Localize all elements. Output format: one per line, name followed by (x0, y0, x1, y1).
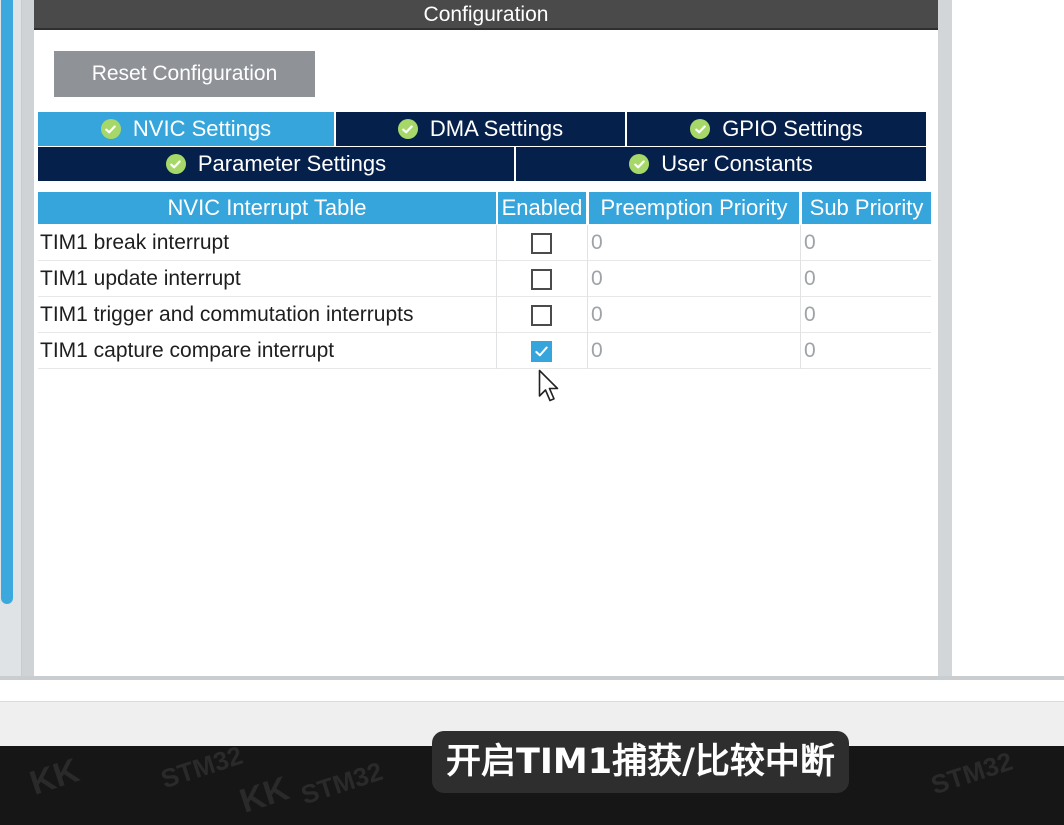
check-circle-icon (397, 119, 418, 139)
cell-divider (800, 297, 801, 333)
table-row[interactable]: TIM1 capture compare interrupt 0 0 (38, 333, 931, 369)
cell-divider (587, 261, 588, 297)
vertical-scrollbar[interactable] (1, 0, 13, 604)
enabled-checkbox[interactable] (531, 305, 552, 326)
cell-divider (587, 225, 588, 261)
left-panel-frame (0, 0, 22, 676)
check-circle-icon (165, 154, 186, 174)
tab-parameter-settings[interactable]: Parameter Settings (38, 147, 514, 181)
right-panel-frame (938, 0, 952, 680)
panel-gutter (22, 0, 34, 680)
table-row[interactable]: TIM1 trigger and commutation interrupts … (38, 297, 931, 333)
check-circle-icon (100, 119, 121, 139)
cell-divider (800, 225, 801, 261)
configuration-title: Configuration (34, 0, 938, 30)
subtitle-caption: 开启TIM1捕获/比较中断 (432, 731, 849, 793)
sub-priority-value[interactable]: 0 (804, 225, 816, 261)
reset-configuration-button[interactable]: Reset Configuration (54, 51, 315, 97)
cell-divider (496, 333, 497, 369)
mouse-pointer-icon (538, 369, 559, 402)
tab-user-constants[interactable]: User Constants (516, 147, 926, 181)
tab-label: DMA Settings (429, 116, 564, 141)
tab-label: User Constants (661, 151, 813, 176)
cell-divider (496, 225, 497, 261)
configuration-panel: Configuration Reset Configuration NVIC S… (34, 0, 938, 676)
cell-divider (800, 261, 801, 297)
tab-label: Parameter Settings (197, 151, 387, 176)
table-row[interactable]: TIM1 break interrupt 0 0 (38, 225, 931, 261)
cell-divider (587, 297, 588, 333)
interrupt-name: TIM1 trigger and commutation interrupts (40, 303, 414, 326)
screen: Configuration Reset Configuration NVIC S… (0, 0, 1064, 825)
check-circle-icon (629, 154, 650, 174)
tab-label: GPIO Settings (722, 116, 863, 141)
sub-priority-value[interactable]: 0 (804, 297, 816, 333)
cell-divider (496, 261, 497, 297)
preemption-priority-value[interactable]: 0 (591, 225, 603, 261)
interrupt-name: TIM1 update interrupt (40, 267, 241, 290)
preemption-priority-value[interactable]: 0 (591, 261, 603, 297)
preemption-priority-value[interactable]: 0 (591, 297, 603, 333)
sub-priority-value[interactable]: 0 (804, 333, 816, 369)
column-header-preemption-priority[interactable]: Preemption Priority (589, 192, 799, 224)
sub-priority-value[interactable]: 0 (804, 261, 816, 297)
bottom-bar (0, 680, 1064, 702)
tab-nvic-settings[interactable]: NVIC Settings (38, 112, 334, 146)
interrupt-name: TIM1 capture compare interrupt (40, 339, 335, 362)
checkmark-icon (535, 346, 548, 357)
watermark-logo: KK (235, 769, 294, 821)
cell-divider (587, 333, 588, 369)
enabled-checkbox[interactable] (531, 269, 552, 290)
watermark-logo: STM32 (927, 746, 1017, 801)
preemption-priority-value[interactable]: 0 (591, 333, 603, 369)
watermark-logo: STM32 (157, 746, 247, 795)
check-circle-icon (690, 119, 711, 139)
enabled-checkbox-checked[interactable] (531, 341, 552, 362)
table-empty-area (38, 369, 931, 673)
cell-divider (496, 297, 497, 333)
tab-gpio-settings[interactable]: GPIO Settings (627, 112, 926, 146)
column-header-nvic-interrupt-table[interactable]: NVIC Interrupt Table (38, 192, 496, 224)
cell-divider (800, 333, 801, 369)
table-row[interactable]: TIM1 update interrupt 0 0 (38, 261, 931, 297)
column-header-enabled[interactable]: Enabled (498, 192, 586, 224)
interrupt-name: TIM1 break interrupt (40, 231, 230, 254)
watermark-logo: STM32 (297, 755, 387, 811)
enabled-checkbox[interactable] (531, 233, 552, 254)
column-header-sub-priority[interactable]: Sub Priority (802, 192, 931, 224)
watermark-logo: KK (25, 751, 84, 803)
tab-dma-settings[interactable]: DMA Settings (336, 112, 625, 146)
tab-label: NVIC Settings (132, 116, 272, 141)
